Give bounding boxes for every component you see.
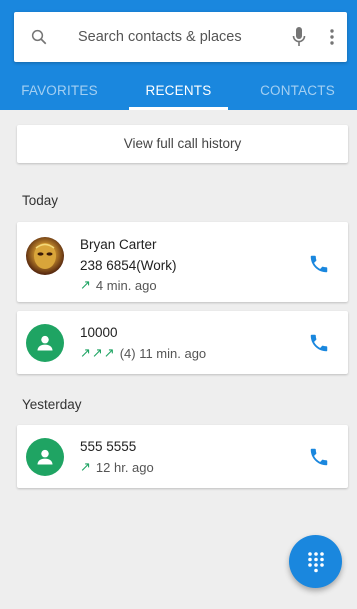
search-icon[interactable] [14,12,64,62]
search-bar[interactable] [14,12,347,62]
app-header: FAVORITES RECENTS CONTACTS [0,0,357,110]
contact-name: 10000 [80,325,118,340]
contact-number: 238 6854(Work) [80,258,177,273]
call-time: 12 hr. ago [95,459,154,475]
contact-photo[interactable] [26,237,64,275]
outgoing-call-icon: ↗↗↗ [80,345,116,360]
more-vert-icon[interactable] [317,12,347,62]
call-time: (4) 11 min. ago [119,345,207,361]
view-call-history-button[interactable]: View full call history [17,125,348,163]
section-label-yesterday: Yesterday [22,397,82,412]
call-meta: ↗↗↗ (4) 11 min. ago [80,345,206,361]
call-time: 4 min. ago [95,277,157,293]
tab-recents[interactable]: RECENTS [119,72,238,110]
search-input[interactable] [64,12,281,62]
call-meta: ↗ 12 hr. ago [80,459,154,475]
call-log-item[interactable]: 10000 ↗↗↗ (4) 11 min. ago [17,311,348,374]
phone-icon[interactable] [308,332,330,354]
section-label-today: Today [22,193,59,208]
outgoing-call-icon: ↗ [80,459,92,474]
person-icon [37,449,53,465]
outgoing-call-icon: ↗ [80,277,92,292]
contact-name: Bryan Carter [80,237,157,252]
person-icon [37,335,53,351]
contact-name: 555 5555 [80,439,137,454]
dialpad-icon [307,551,324,572]
call-meta: ↗ 4 min. ago [80,277,157,293]
dialpad-button[interactable] [289,535,342,588]
avatar[interactable] [26,324,64,362]
avatar[interactable] [26,438,64,476]
phone-icon[interactable] [308,446,330,468]
call-log-item[interactable]: 555 5555 ↗ 12 hr. ago [17,425,348,488]
mic-icon[interactable] [281,12,317,62]
tab-contacts[interactable]: CONTACTS [238,72,357,110]
tab-favorites[interactable]: FAVORITES [0,72,119,110]
phone-icon[interactable] [308,253,330,275]
call-log-item[interactable]: Bryan Carter 238 6854(Work) ↗ 4 min. ago [17,222,348,302]
tab-bar: FAVORITES RECENTS CONTACTS [0,72,357,110]
